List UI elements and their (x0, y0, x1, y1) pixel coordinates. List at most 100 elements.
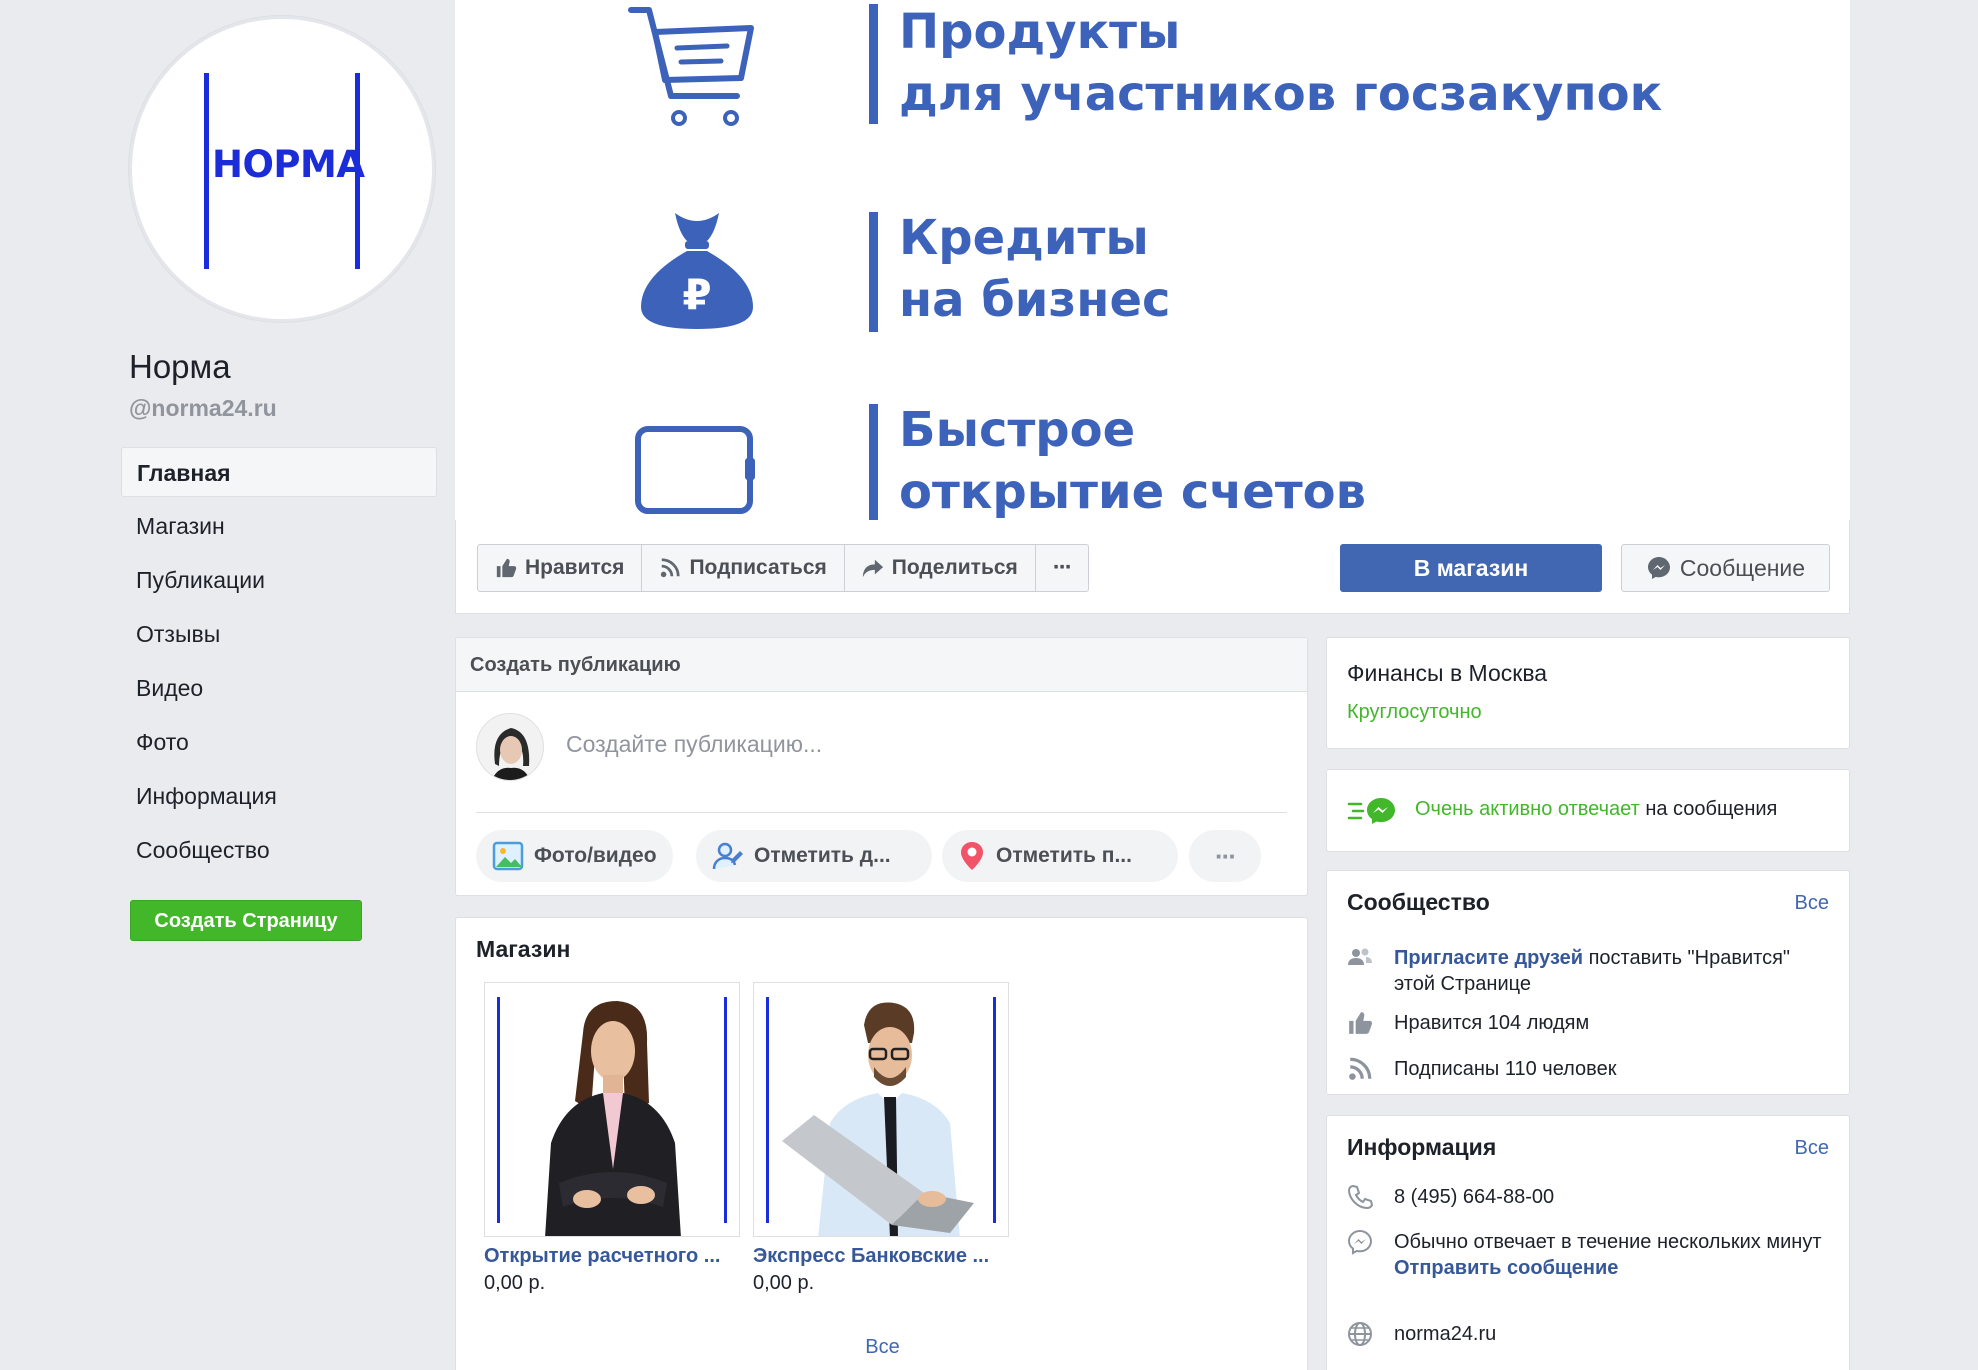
product-price: 0,00 р. (484, 1272, 546, 1294)
more-icon: ··· (1052, 554, 1073, 581)
logo-bar-left (204, 73, 209, 269)
nav-item-photos[interactable]: Фото (121, 717, 437, 767)
community-see-all-link[interactable]: Все (1795, 892, 1829, 915)
message-label: Сообщение (1679, 554, 1806, 581)
page-category[interactable]: Финансы в Москва (1347, 660, 1547, 687)
open-hours: Круглосуточно (1347, 701, 1482, 723)
responsiveness-card: Очень активно отвечает на сообщения (1326, 769, 1850, 852)
messenger-fast-icon (1347, 798, 1395, 824)
response-rate-highlight: Очень активно отвечает (1415, 798, 1640, 820)
product-image[interactable] (484, 982, 740, 1237)
more-actions-button[interactable]: ··· (1036, 545, 1088, 591)
nav-item-reviews[interactable]: Отзывы (121, 609, 437, 659)
nav-item-about[interactable]: Информация (121, 771, 437, 821)
nav-item-shop[interactable]: Магазин (121, 501, 437, 551)
phone-number[interactable]: 8 (495) 664-88-00 (1394, 1184, 1554, 1210)
phone-row: 8 (495) 664-88-00 (1347, 1184, 1829, 1210)
messenger-icon (1347, 1229, 1373, 1255)
tag-friends-button[interactable]: Отметить д... (696, 830, 932, 882)
share-arrow-icon (862, 559, 883, 578)
user-avatar-photo (477, 714, 543, 780)
community-card: Сообщество Все Пригласите друзей постави… (1326, 870, 1850, 1095)
shop-see-all-link[interactable]: Все (456, 1336, 1309, 1359)
like-button[interactable]: Нравится (478, 545, 643, 591)
rss-icon (1349, 1057, 1372, 1080)
response-time: Обычно отвечает в течение нескольких мин… (1394, 1231, 1822, 1253)
followers-count-row: Подписаны 110 человек (1347, 1056, 1829, 1082)
product-name[interactable]: Экспресс Банковские ... (753, 1245, 1009, 1268)
nav-item-community[interactable]: Сообщество (121, 825, 437, 875)
rss-icon (661, 558, 681, 578)
product-image[interactable] (753, 982, 1009, 1237)
product-item[interactable]: Экспресс Банковские ... 0,00 р. (753, 982, 1009, 1295)
photo-video-label: Фото/видео (534, 844, 657, 867)
cover-heading: Быстрое (899, 402, 1136, 458)
composer-divider (476, 812, 1287, 813)
community-title: Сообщество (1347, 889, 1490, 915)
nav-item-home[interactable]: Главная (121, 447, 437, 497)
messenger-icon (1647, 557, 1670, 579)
product-frame-bar (766, 997, 769, 1223)
cover-heading: Продукты (899, 4, 1181, 60)
invite-friends-link[interactable]: Пригласите друзей (1394, 947, 1583, 969)
photo-video-button[interactable]: Фото/видео (476, 830, 673, 882)
product-item[interactable]: Открытие расчетного ... 0,00 р. (484, 982, 740, 1295)
create-post-card: Создать публикацию Создайте публикацию..… (455, 637, 1308, 896)
globe-icon (1348, 1322, 1372, 1346)
page-nav: Главная Магазин Публикации Отзывы Видео … (121, 447, 437, 879)
cover-heading: Кредиты (899, 210, 1149, 266)
page-avatar[interactable]: НОРМА (129, 16, 435, 322)
cover-photo[interactable]: Продукты для участников госзакупок ₽ Кре… (455, 0, 1850, 520)
card-icon (635, 426, 755, 514)
cover-subheading: на бизнес (899, 272, 1171, 328)
product-frame-bar (993, 997, 996, 1223)
cover-divider (869, 404, 878, 520)
response-rate-rest: на сообщения (1639, 798, 1778, 820)
tag-friends-label: Отметить д... (754, 844, 891, 867)
svg-text:₽: ₽ (682, 270, 711, 319)
cover-divider (869, 212, 878, 332)
website-link[interactable]: norma24.ru (1394, 1321, 1496, 1347)
businesswoman-photo (545, 1001, 681, 1236)
create-page-button[interactable]: Создать Страницу (130, 900, 362, 941)
check-in-label: Отметить п... (996, 844, 1132, 867)
page-handle[interactable]: @norma24.ru (129, 395, 277, 422)
info-see-all-link[interactable]: Все (1795, 1137, 1829, 1160)
like-label: Нравится (525, 556, 625, 579)
location-pin-icon (961, 842, 983, 870)
norma-logo: НОРМА (204, 73, 365, 269)
page-title: Норма (129, 348, 231, 385)
thumbs-up-icon (496, 558, 517, 578)
share-button[interactable]: Поделиться (845, 545, 1036, 591)
shop-title: Магазин (476, 936, 571, 962)
likes-count: Нравится 104 людям (1394, 1012, 1590, 1034)
nav-item-posts[interactable]: Публикации (121, 555, 437, 605)
more-icon: ··· (1215, 840, 1237, 871)
shop-now-button[interactable]: В магазин (1340, 544, 1602, 592)
send-message-button[interactable]: Сообщение (1621, 544, 1830, 592)
send-message-link[interactable]: Отправить сообщение (1394, 1255, 1822, 1281)
follow-label: Подписаться (689, 556, 827, 579)
page-actions-group: Нравится Подписаться Поделиться ··· (477, 544, 1089, 592)
cover-divider (869, 4, 878, 124)
check-in-button[interactable]: Отметить п... (942, 830, 1178, 882)
invite-friends-row: Пригласите друзей поставить "Нравится" э… (1347, 945, 1829, 997)
phone-icon (1347, 1184, 1373, 1210)
product-name[interactable]: Открытие расчетного ... (484, 1245, 740, 1268)
website-row: norma24.ru (1347, 1321, 1829, 1347)
product-frame-bar (724, 997, 727, 1223)
create-post-input[interactable]: Создайте публикацию... (566, 731, 822, 758)
invite-friends-icon (1348, 948, 1372, 965)
money-bag-ruble-icon: ₽ (641, 213, 753, 329)
nav-item-videos[interactable]: Видео (121, 663, 437, 713)
user-avatar (476, 713, 544, 781)
product-frame-bar (497, 997, 500, 1223)
create-post-title: Создать публикацию (456, 638, 1307, 692)
composer-more-button[interactable]: ··· (1189, 830, 1261, 882)
page-action-bar: Нравится Подписаться Поделиться ··· В ма… (455, 520, 1850, 614)
shopping-cart-icon (628, 7, 754, 126)
followers-count: Подписаны 110 человек (1394, 1058, 1617, 1080)
invite-friends-text: Пригласите друзей поставить "Нравится" э… (1394, 945, 1829, 997)
likes-count-row: Нравится 104 людям (1347, 1010, 1829, 1036)
follow-button[interactable]: Подписаться (642, 545, 845, 591)
